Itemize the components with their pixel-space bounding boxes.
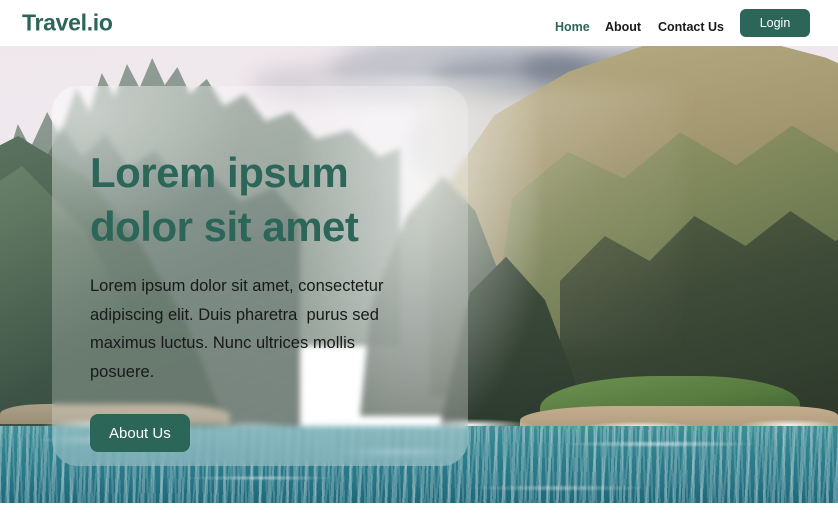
page-bottom-spacer — [0, 503, 838, 521]
hero-paragraph: Lorem ipsum dolor sit amet, consectetur … — [90, 277, 389, 381]
nav-link-contact-us[interactable]: Contact Us — [658, 16, 724, 38]
about-us-button[interactable]: About Us — [90, 414, 190, 452]
site-header: Travel.io Home About Contact Us Login — [0, 0, 838, 46]
page-root: Travel.io Home About Contact Us Login Lo… — [0, 0, 838, 521]
nav-link-home[interactable]: Home — [555, 16, 590, 38]
hero-title: Lorem ipsum dolor sit amet — [90, 149, 359, 250]
hero-section: Lorem ipsum dolor sit amet Lorem ipsum d… — [0, 46, 838, 503]
login-button[interactable]: Login — [740, 9, 810, 37]
nav-link-about[interactable]: About — [605, 16, 641, 38]
hero-content: Lorem ipsum dolor sit amet Lorem ipsum d… — [90, 146, 420, 452]
brand-logo[interactable]: Travel.io — [22, 10, 113, 37]
